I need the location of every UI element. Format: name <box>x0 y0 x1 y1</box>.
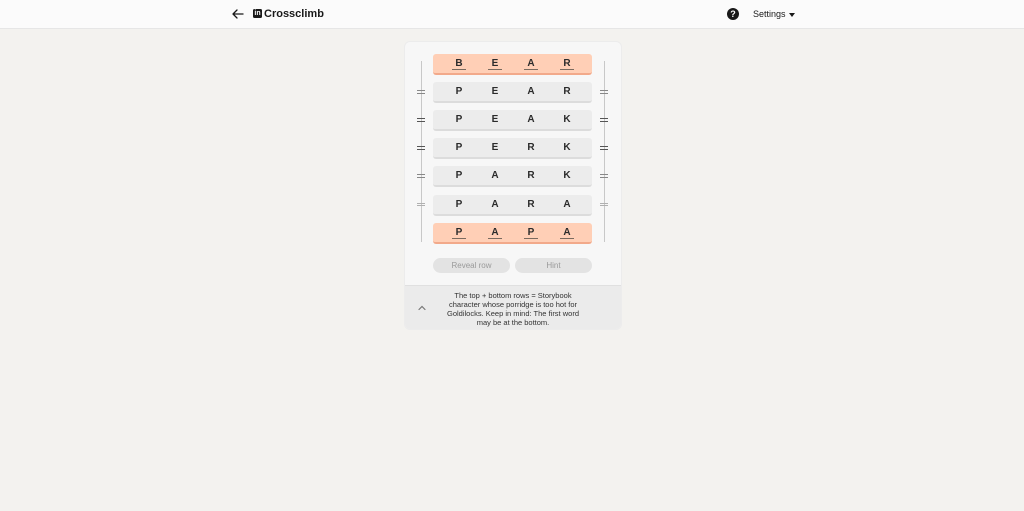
letter-cell: A <box>491 199 499 210</box>
letter-cell: K <box>563 142 571 153</box>
letter-cell[interactable]: P <box>441 223 477 242</box>
letter-cell[interactable]: P <box>513 223 549 242</box>
linkedin-logo: in <box>253 9 262 18</box>
letter-cell: P <box>455 114 463 125</box>
top-bar: in Crossclimb ? Settings <box>0 0 1024 29</box>
drag-handle-icon[interactable] <box>417 174 425 178</box>
drag-handle-icon[interactable] <box>417 203 425 206</box>
letter-cell: K <box>563 114 571 125</box>
letter-cell: P <box>455 86 463 97</box>
letter-cell: A <box>563 199 571 210</box>
letter-cell[interactable]: E <box>477 54 513 73</box>
drag-handle-icon[interactable] <box>600 174 608 178</box>
reveal-row-button[interactable]: Reveal row <box>433 258 510 273</box>
letter-cell: R <box>527 170 535 181</box>
drag-handle-icon[interactable] <box>417 90 425 94</box>
drag-handle-icon[interactable] <box>600 146 608 150</box>
clue-collapse-button[interactable] <box>417 300 427 311</box>
settings-label: Settings <box>753 9 786 19</box>
chevron-up-icon <box>418 305 426 311</box>
clue-text: The top + bottom rows = Storybook charac… <box>446 291 579 327</box>
arrow-left-icon <box>232 9 244 19</box>
word-row[interactable]: P A R A <box>433 195 592 216</box>
letter-cell[interactable]: B <box>441 54 477 73</box>
letter-cell: R <box>563 86 571 97</box>
drag-handle-icon[interactable] <box>417 118 425 122</box>
question-circle-icon: ? <box>730 9 736 19</box>
letter-cell: R <box>527 199 535 210</box>
page-title: Crossclimb <box>264 8 324 20</box>
drag-handle-icon[interactable] <box>600 118 608 122</box>
letter-cell: A <box>527 114 535 125</box>
word-row-bottom[interactable]: P A P A <box>433 223 592 244</box>
left-rail <box>421 61 422 242</box>
word-row[interactable]: P E A R <box>433 82 592 103</box>
letter-cell: K <box>563 170 571 181</box>
letter-cell: A <box>527 86 535 97</box>
letter-cell: R <box>527 142 535 153</box>
settings-button[interactable]: Settings <box>753 8 795 21</box>
drag-handle-icon[interactable] <box>417 146 425 150</box>
game-card: B E A R P E A R P E A K P E R K P A R K … <box>404 41 622 330</box>
drag-handle-icon[interactable] <box>600 90 608 94</box>
word-row[interactable]: P E R K <box>433 138 592 159</box>
clue-panel: The top + bottom rows = Storybook charac… <box>405 285 621 329</box>
word-row[interactable]: P A R K <box>433 166 592 187</box>
letter-cell: P <box>455 142 463 153</box>
letter-cell[interactable]: A <box>513 54 549 73</box>
letter-cell: A <box>491 170 499 181</box>
letter-cell: E <box>491 142 499 153</box>
letter-cell: E <box>491 86 499 97</box>
letter-cell: P <box>455 199 463 210</box>
letter-cell[interactable]: R <box>549 54 585 73</box>
drag-handle-icon[interactable] <box>600 203 608 206</box>
word-row[interactable]: P E A K <box>433 110 592 131</box>
help-button[interactable]: ? <box>727 8 739 20</box>
word-row-top[interactable]: B E A R <box>433 54 592 75</box>
letter-cell[interactable]: A <box>477 223 513 242</box>
letter-cell: P <box>455 170 463 181</box>
back-button[interactable] <box>231 7 245 21</box>
right-rail <box>604 61 605 242</box>
letter-cell: E <box>491 114 499 125</box>
hint-button[interactable]: Hint <box>515 258 592 273</box>
caret-down-icon <box>788 12 795 17</box>
letter-cell[interactable]: A <box>549 223 585 242</box>
